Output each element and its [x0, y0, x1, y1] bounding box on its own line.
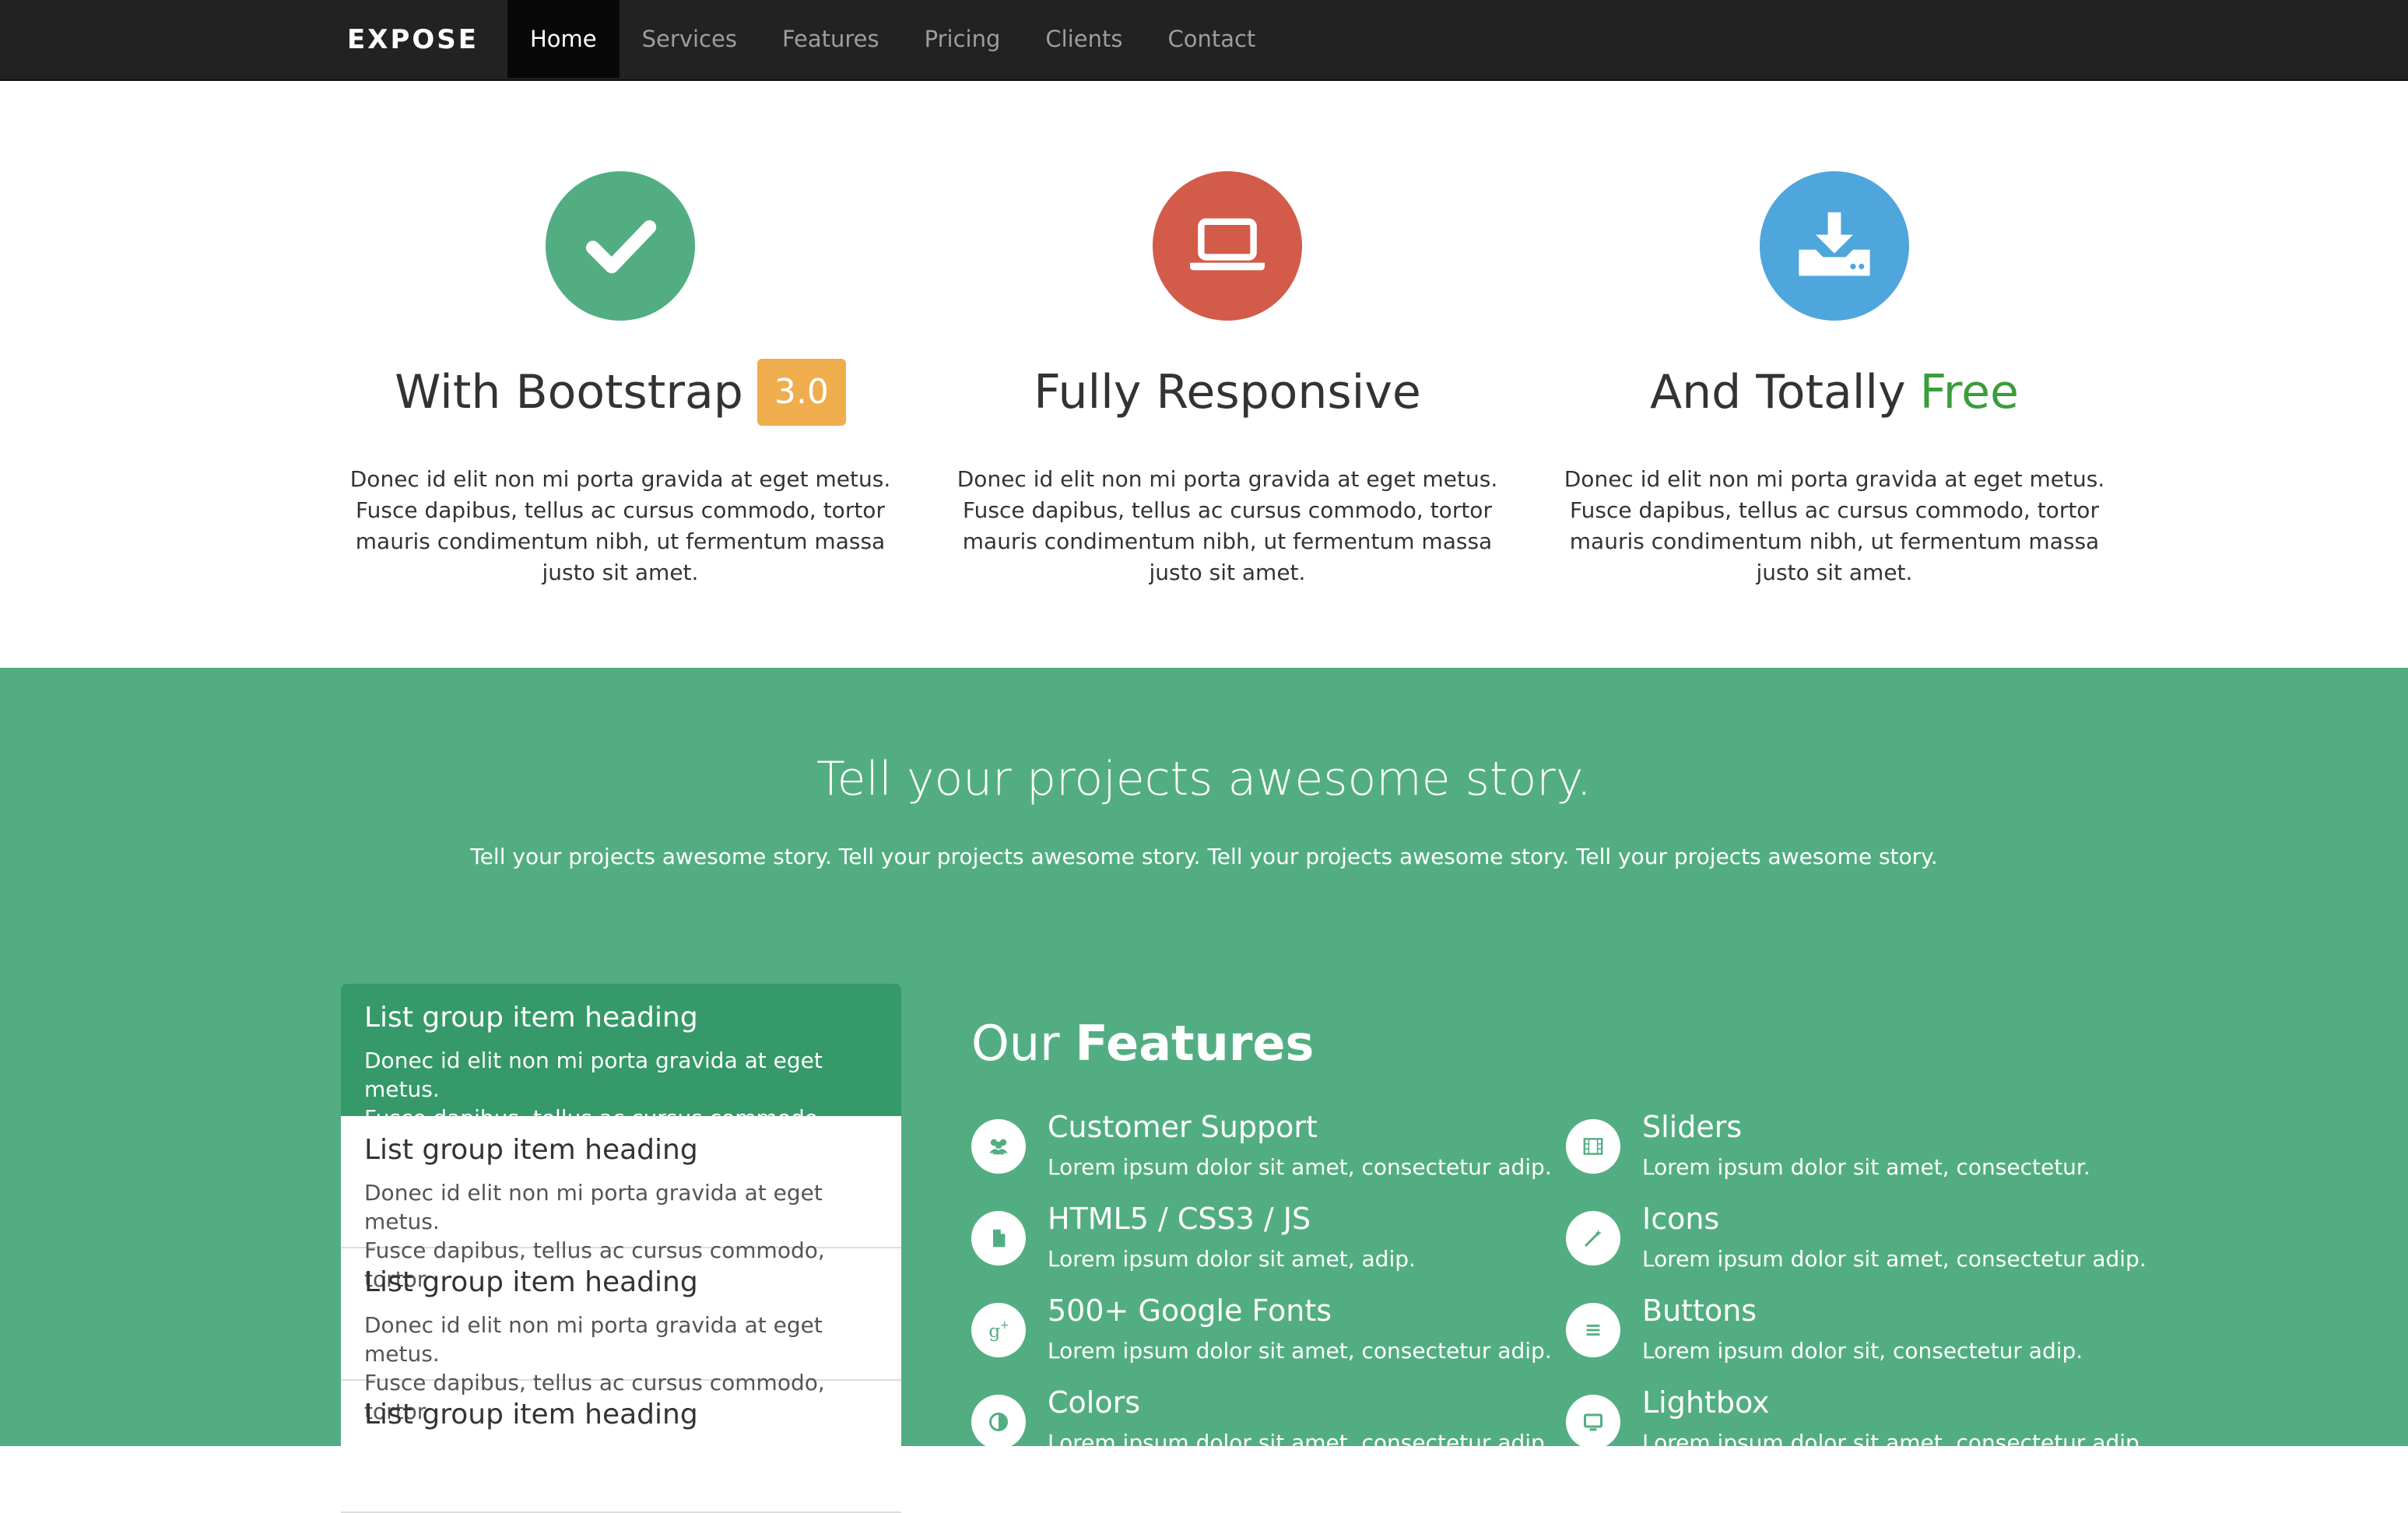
list-group-item[interactable]: List group item heading Donec id elit no…: [341, 1116, 901, 1292]
check-icon: [546, 171, 695, 321]
list-group-item[interactable]: List group item heading: [341, 1381, 901, 1513]
file-icon: [971, 1211, 1026, 1266]
list-item-heading: List group item heading: [364, 1399, 698, 1431]
feature-description: Donec id elit non mi porta gravida at eg…: [1564, 466, 2105, 585]
nav-item-home[interactable]: Home: [507, 0, 620, 78]
top-navbar: EXPOSE Home Services Features Pricing Cl…: [0, 0, 2408, 81]
brand-logo[interactable]: EXPOSE: [347, 23, 479, 56]
feature-item-icons: Icons Lorem ipsum dolor sit amet, consec…: [1566, 1200, 2146, 1286]
menu-lines-icon: [1566, 1303, 1620, 1357]
feature-item-buttons: Buttons Lorem ipsum dolor sit, consectet…: [1566, 1292, 2126, 1378]
list-group: List group item heading Donec id elit no…: [341, 984, 901, 1513]
story-section: Tell your projects awesome story. Tell y…: [0, 668, 2408, 1513]
free-highlight: Free: [1919, 365, 2019, 419]
feature-title: Lightbox: [1642, 1385, 1770, 1420]
feature-text: Lorem ipsum dolor sit, consectetur adip.: [1642, 1338, 2083, 1364]
feature-item-html5: HTML5 / CSS3 / JS Lorem ipsum dolor sit …: [971, 1200, 1532, 1286]
features-heading-light: Our: [971, 1015, 1060, 1072]
feature-description: Donec id elit non mi porta gravida at eg…: [349, 466, 891, 585]
feature-text: Lorem ipsum dolor sit amet, adip.: [1048, 1246, 1416, 1272]
feature-title: Sliders: [1642, 1110, 1743, 1144]
features-heading-bold: Features: [1075, 1015, 1315, 1072]
feature-item-sliders: Sliders Lorem ipsum dolor sit amet, cons…: [1566, 1108, 2126, 1194]
version-badge: 3.0: [756, 359, 846, 426]
list-group-item[interactable]: List group item heading Donec id elit no…: [341, 1248, 901, 1424]
feature-item-colors: Colors Lorem ipsum dolor sit amet, conse…: [971, 1384, 1552, 1469]
feature-text: Lorem ipsum dolor sit amet, consectetur …: [1048, 1430, 1552, 1455]
monitor-icon: [1566, 1395, 1620, 1449]
feature-title: And Totally Free: [1546, 361, 2122, 423]
feature-title: Fully Responsive: [1034, 365, 1421, 419]
feature-description: Donec id elit non mi porta gravida at eg…: [957, 466, 1498, 585]
film-icon: [1566, 1119, 1620, 1174]
nav-item-features[interactable]: Features: [760, 0, 902, 78]
list-item-line: Donec id elit non mi porta gravida at eg…: [364, 1180, 823, 1234]
feature-item-google-fonts: g + 500+ Google Fonts Lorem ipsum dolor …: [971, 1292, 1552, 1378]
feature-title: With Bootstrap 3.0: [332, 359, 908, 426]
feature-title-text: With Bootstrap: [395, 365, 743, 419]
list-item-heading: List group item heading: [364, 1266, 698, 1298]
feature-column-responsive: Fully Responsive Donec id elit non mi po…: [939, 171, 1515, 588]
nav-item-contact[interactable]: Contact: [1145, 0, 1278, 78]
magic-wand-icon: [1566, 1211, 1620, 1266]
contrast-icon: [971, 1395, 1026, 1449]
feature-column-free: And Totally Free Donec id elit non mi po…: [1546, 171, 2122, 588]
nav-item-pricing[interactable]: Pricing: [902, 0, 1023, 78]
list-item-line: Donec id elit non mi porta gravida at eg…: [364, 1048, 823, 1102]
story-text: Tell your projects awesome story. Tell y…: [470, 844, 1938, 869]
feature-item-lightbox: Lightbox Lorem ipsum dolor sit amet, con…: [1566, 1384, 2146, 1469]
list-item-heading: List group item heading: [364, 1002, 698, 1034]
list-item-heading: List group item heading: [364, 1134, 698, 1166]
google-plus-icon: g +: [971, 1303, 1026, 1357]
feature-text: Lorem ipsum dolor sit amet, consectetur …: [1642, 1430, 2146, 1455]
feature-title: Customer Support: [1048, 1110, 1318, 1144]
main-nav: Home Services Features Pricing Clients C…: [507, 0, 1278, 78]
users-icon: [971, 1119, 1026, 1174]
feature-title: Colors: [1048, 1385, 1141, 1420]
nav-item-clients[interactable]: Clients: [1023, 0, 1145, 78]
story-title: Tell your projects awesome story.: [816, 752, 1592, 806]
svg-text:+: +: [1000, 1319, 1009, 1332]
feature-title-text: And Totally: [1650, 365, 1906, 419]
feature-text: Lorem ipsum dolor sit amet, consectetur …: [1642, 1246, 2146, 1272]
download-icon: [1760, 171, 1909, 321]
feature-title: Icons: [1642, 1202, 1720, 1236]
nav-item-services[interactable]: Services: [620, 0, 760, 78]
feature-text: Lorem ipsum dolor sit amet, consectetur …: [1048, 1338, 1552, 1364]
feature-text: Lorem ipsum dolor sit amet, consectetur …: [1048, 1154, 1552, 1180]
feature-column-bootstrap: With Bootstrap 3.0 Donec id elit non mi …: [332, 171, 908, 588]
list-group-item[interactable]: List group item heading Donec id elit no…: [341, 984, 901, 1160]
svg-text:g: g: [988, 1320, 1000, 1342]
features-heading: Our Features: [971, 1015, 1314, 1072]
feature-text: Lorem ipsum dolor sit amet, consectetur.: [1642, 1154, 2090, 1180]
feature-title: 500+ Google Fonts: [1048, 1294, 1332, 1328]
laptop-icon: [1153, 171, 1302, 321]
feature-item-customer-support: Customer Support Lorem ipsum dolor sit a…: [971, 1108, 1552, 1194]
list-item-line: Donec id elit non mi porta gravida at eg…: [364, 1312, 823, 1367]
feature-title: Buttons: [1642, 1294, 1757, 1328]
feature-title: HTML5 / CSS3 / JS: [1048, 1202, 1311, 1236]
